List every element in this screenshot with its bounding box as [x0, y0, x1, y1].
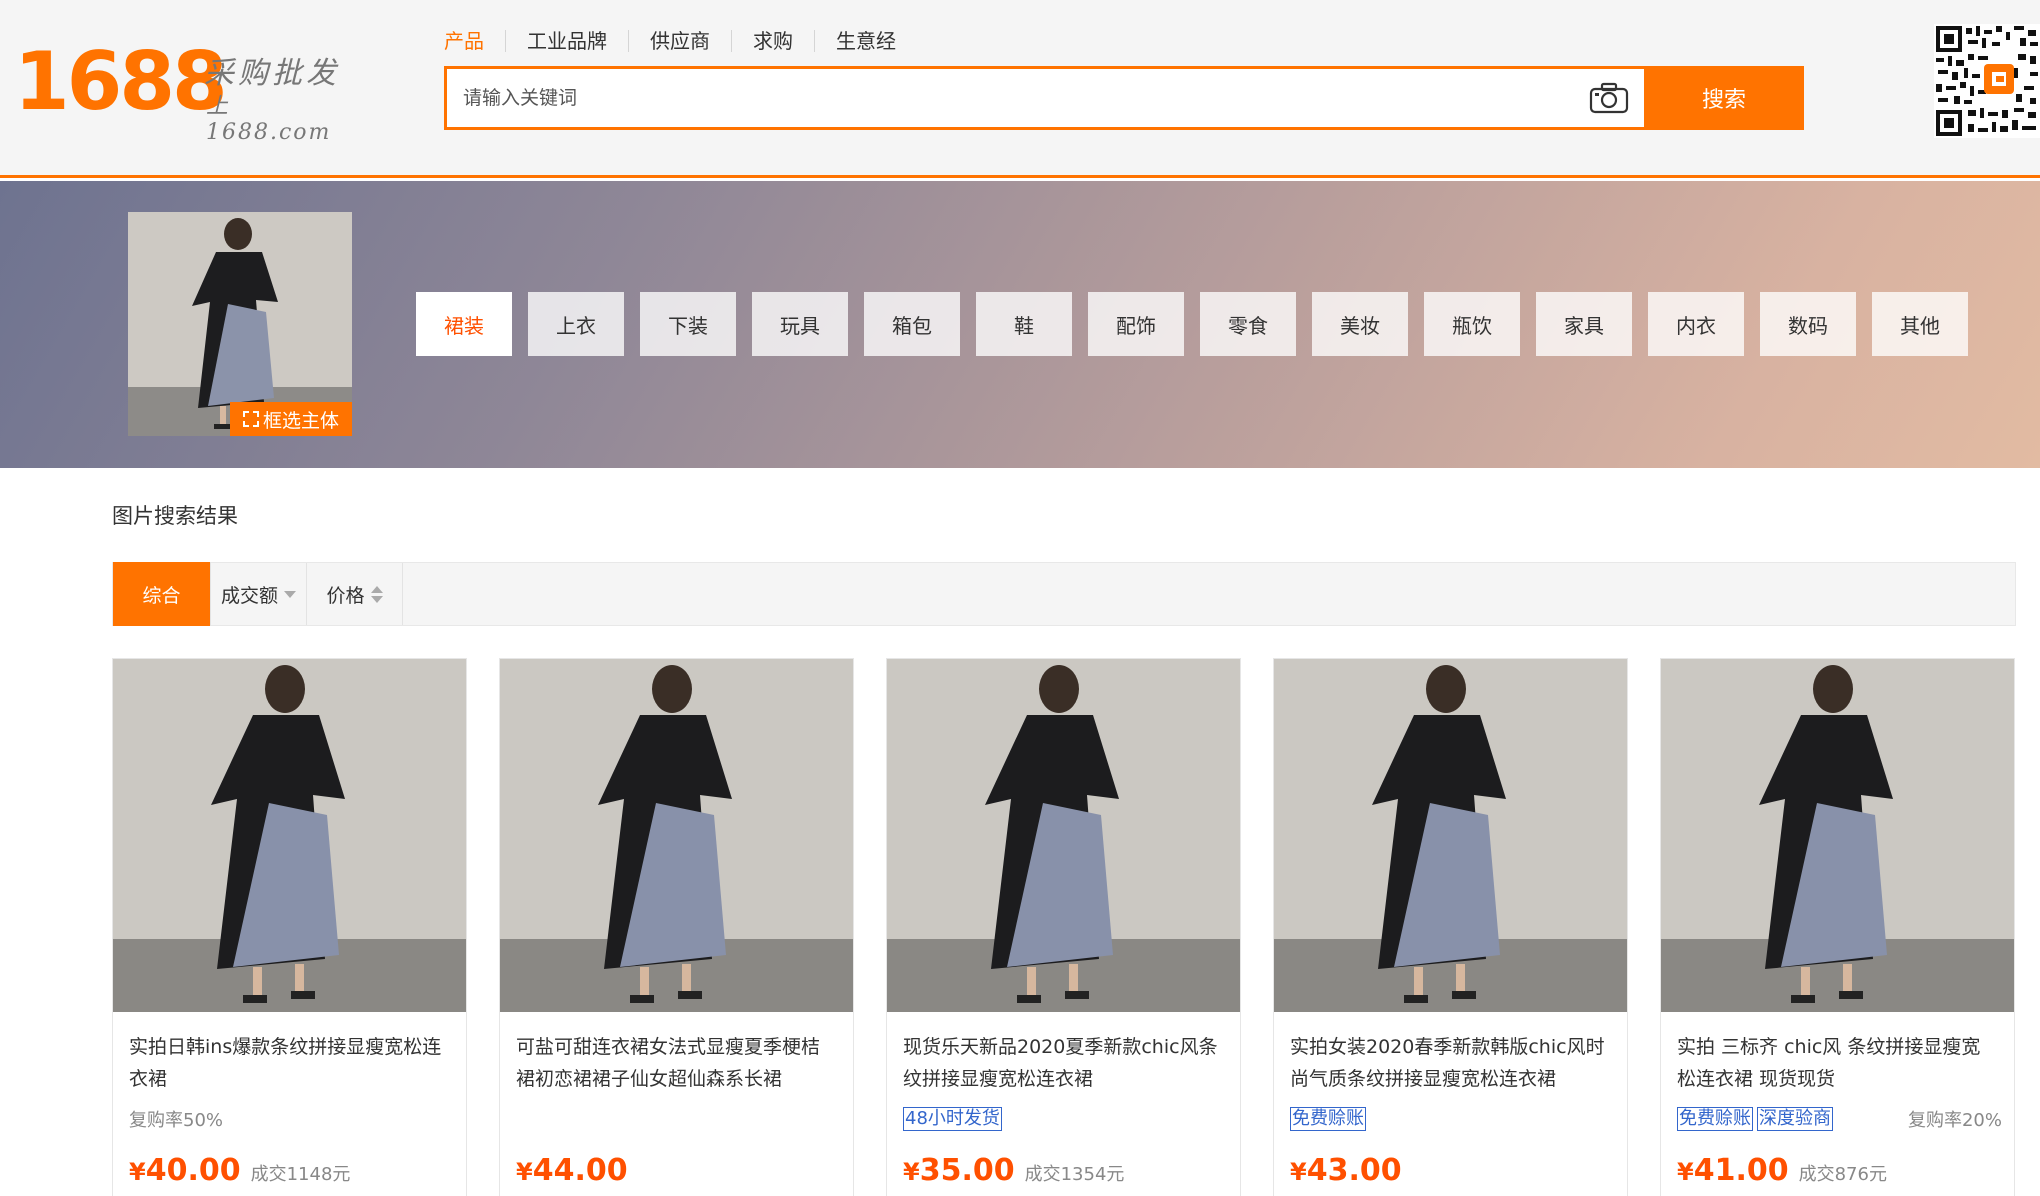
product-title[interactable]: 实拍女装2020春季新款韩版chic风时尚气质条纹拼接显瘦宽松连衣裙	[1290, 1031, 1612, 1095]
sort-bar: 综合 成交额 价格	[112, 562, 2016, 626]
search-type-nav: 产品 工业品牌 供应商 求购 生意经	[444, 26, 917, 56]
category-snacks[interactable]: 零食	[1200, 292, 1296, 356]
category-toys[interactable]: 玩具	[752, 292, 848, 356]
product-price-row: ¥40.00 成交1148元	[129, 1153, 350, 1188]
deal-volume: 成交1354元	[1024, 1164, 1125, 1185]
deal-volume: 成交876元	[1798, 1164, 1887, 1185]
nav-item-suppliers[interactable]: 供应商	[628, 30, 731, 52]
search-button[interactable]: 搜索	[1644, 66, 1804, 130]
sort-updown-icon	[370, 585, 383, 603]
logo-number: 1688	[14, 35, 228, 128]
image-search-button[interactable]	[1574, 69, 1644, 127]
product-title[interactable]: 实拍 三标齐 chic风 条纹拼接显瘦宽松连衣裙 现货现货	[1677, 1031, 1999, 1095]
sort-deal-amount-label: 成交额	[220, 584, 278, 607]
category-other[interactable]: 其他	[1872, 292, 1968, 356]
product-image[interactable]	[113, 659, 466, 1012]
sort-deal-amount[interactable]: 成交额	[211, 563, 307, 625]
product-grid: 实拍日韩ins爆款条纹拼接显瘦宽松连衣裙 复购率50% ¥40.00 成交114…	[112, 658, 2015, 1196]
sort-overall[interactable]: 综合	[113, 562, 211, 626]
product-card[interactable]: 实拍女装2020春季新款韩版chic风时尚气质条纹拼接显瘦宽松连衣裙 免费赊账 …	[1273, 658, 1628, 1196]
product-title[interactable]: 现货乐天新品2020夏季新款chic风条纹拼接显瘦宽松连衣裙	[903, 1031, 1225, 1095]
category-bottoms[interactable]: 下装	[640, 292, 736, 356]
product-title[interactable]: 实拍日韩ins爆款条纹拼接显瘦宽松连衣裙	[129, 1031, 451, 1095]
product-price: ¥43.00	[1290, 1153, 1402, 1188]
category-furniture[interactable]: 家具	[1536, 292, 1632, 356]
repurchase-rate: 复购率50%	[129, 1110, 224, 1131]
service-tag[interactable]: 免费赊账	[1677, 1107, 1753, 1131]
search-input[interactable]	[447, 69, 1574, 127]
product-card[interactable]: 现货乐天新品2020夏季新款chic风条纹拼接显瘦宽松连衣裙 48小时发货 ¥3…	[886, 658, 1241, 1196]
repurchase-rate: 复购率20%	[1907, 1110, 2002, 1131]
sort-desc-icon	[284, 590, 296, 598]
product-meta	[516, 1105, 841, 1133]
sort-overall-label: 综合	[142, 584, 181, 607]
product-price-row: ¥41.00 成交876元	[1677, 1153, 1887, 1188]
category-bags[interactable]: 箱包	[864, 292, 960, 356]
product-image[interactable]	[1274, 659, 1627, 1012]
nav-item-products[interactable]: 产品	[444, 30, 505, 52]
product-price-row: ¥44.00	[516, 1153, 628, 1188]
product-image[interactable]	[887, 659, 1240, 1012]
product-price: ¥44.00	[516, 1153, 628, 1188]
product-price-row: ¥35.00 成交1354元	[903, 1153, 1124, 1188]
category-beauty[interactable]: 美妆	[1312, 292, 1408, 356]
service-tag[interactable]: 免费赊账	[1290, 1107, 1366, 1131]
product-meta: 免费赊账	[1290, 1105, 1615, 1133]
product-image[interactable]	[1661, 659, 2014, 1012]
sort-price-label: 价格	[326, 584, 365, 607]
qr-code	[1934, 24, 2040, 138]
results-heading: 图片搜索结果	[112, 504, 238, 528]
service-tag[interactable]: 深度验商	[1757, 1107, 1833, 1131]
deal-volume: 成交1148元	[250, 1164, 351, 1185]
category-underwear[interactable]: 内衣	[1648, 292, 1744, 356]
crop-select-icon	[242, 411, 259, 427]
nav-item-buying-requests[interactable]: 求购	[731, 30, 814, 52]
product-card[interactable]: 实拍日韩ins爆款条纹拼接显瘦宽松连衣裙 复购率50% ¥40.00 成交114…	[112, 658, 467, 1196]
camera-icon	[1589, 82, 1629, 114]
logo-tagline: 采购批发	[204, 56, 340, 91]
product-price: ¥41.00	[1677, 1153, 1789, 1188]
select-subject-button[interactable]: 框选主体	[230, 402, 352, 436]
product-price: ¥40.00	[129, 1153, 241, 1188]
category-filter: 裙装 上衣 下装 玩具 箱包 鞋 配饰 零食 美妆 瓶饮 家具 内衣 数码 其他	[416, 292, 1968, 356]
select-subject-label: 框选主体	[262, 409, 339, 432]
product-title[interactable]: 可盐可甜连衣裙女法式显瘦夏季梗桔裙初恋裙裙子仙女超仙森系长裙	[516, 1031, 838, 1095]
product-image[interactable]	[500, 659, 853, 1012]
sort-price[interactable]: 价格	[307, 563, 403, 625]
category-shoes[interactable]: 鞋	[976, 292, 1072, 356]
query-image-thumbnail[interactable]: 框选主体	[128, 212, 352, 436]
product-card[interactable]: 可盐可甜连衣裙女法式显瘦夏季梗桔裙初恋裙裙子仙女超仙森系长裙 ¥44.00	[499, 658, 854, 1196]
product-meta: 免费赊账 深度验商 复购率20%	[1677, 1105, 2002, 1133]
category-dresses[interactable]: 裙装	[416, 292, 512, 356]
nav-item-business-guide[interactable]: 生意经	[814, 30, 917, 52]
site-logo[interactable]: 1688 采购批发 上 1688.com	[14, 35, 354, 146]
category-digital[interactable]: 数码	[1760, 292, 1856, 356]
product-price-row: ¥43.00	[1290, 1153, 1402, 1188]
category-accessories[interactable]: 配饰	[1088, 292, 1184, 356]
category-tops[interactable]: 上衣	[528, 292, 624, 356]
product-meta: 48小时发货	[903, 1105, 1228, 1133]
site-header: 1688 采购批发 上 1688.com 产品 工业品牌 供应商 求购 生意经 …	[0, 0, 2040, 178]
product-card[interactable]: 实拍 三标齐 chic风 条纹拼接显瘦宽松连衣裙 现货现货 免费赊账 深度验商 …	[1660, 658, 2015, 1196]
qr-code-icon	[1934, 24, 2040, 138]
product-price: ¥35.00	[903, 1153, 1015, 1188]
category-bottled-drinks[interactable]: 瓶饮	[1424, 292, 1520, 356]
logo-domain: 上 1688.com	[206, 94, 332, 145]
image-search-banner: 框选主体 裙装 上衣 下装 玩具 箱包 鞋 配饰 零食 美妆 瓶饮 家具 内衣 …	[0, 181, 2040, 468]
product-meta: 复购率50%	[129, 1105, 454, 1133]
service-tag[interactable]: 48小时发货	[903, 1107, 1002, 1131]
nav-item-industrial-brands[interactable]: 工业品牌	[505, 30, 628, 52]
search-bar: 搜索	[444, 66, 1804, 130]
